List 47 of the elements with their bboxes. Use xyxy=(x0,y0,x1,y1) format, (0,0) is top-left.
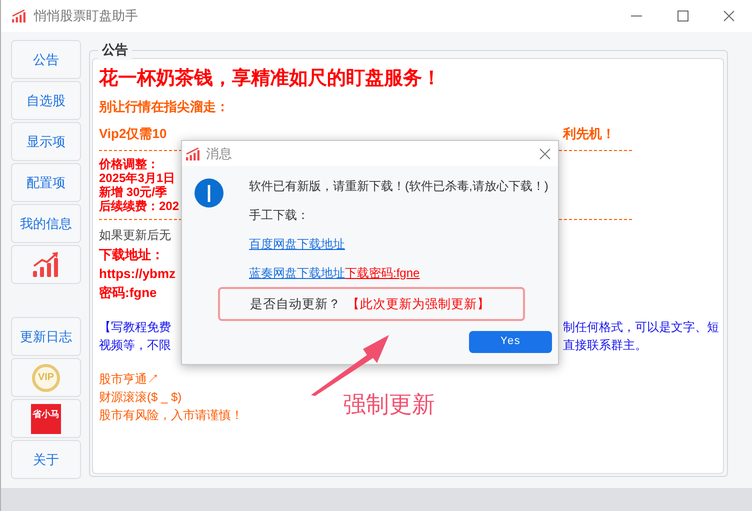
password-link[interactable]: 下载密码:fgne xyxy=(345,265,420,281)
close-icon[interactable] xyxy=(538,146,552,160)
manual-download-label: 手工下载： xyxy=(249,207,310,223)
brand-logo: 省小马 xyxy=(31,404,61,434)
window-title: 悄悄股票盯盘助手 xyxy=(34,7,138,26)
sidebar-item[interactable]: 配置项 xyxy=(11,163,81,202)
dialog-message: 软件已有新版，请重新下载！(软件已杀毒,请放心下载！) xyxy=(249,178,548,194)
dialog-title: 消息 xyxy=(206,144,232,163)
sidebar-item[interactable]: 公告 xyxy=(11,40,81,79)
headline: 花一杯奶茶钱，享精准如尺的盯盘服务！ xyxy=(99,66,441,91)
note-text: 【写教程免费 xyxy=(99,320,171,334)
promo-text: Vip2仅需10 xyxy=(99,126,167,141)
price-text: 后续续费：202 xyxy=(99,199,180,213)
download-link[interactable]: 百度网盘下载地址 xyxy=(249,236,345,252)
notice-text: 如果更新后无 xyxy=(99,227,171,244)
sidebar-item[interactable]: 关于 xyxy=(11,440,81,479)
app-icon xyxy=(11,9,27,23)
note-text: 制任何格式，可以是文字、短 xyxy=(563,319,719,336)
annotation-text: 强制更新 xyxy=(343,390,435,419)
bar-chart-icon xyxy=(32,252,60,278)
download-text: https://ybmz xyxy=(99,265,176,283)
sidebar-item[interactable]: 显示项 xyxy=(11,122,81,161)
subheading: 别让行情在指尖溜走： xyxy=(99,98,229,116)
note-text: 视频等，不限 xyxy=(99,338,171,352)
update-question: 是否自动更新？ xyxy=(250,296,341,313)
yes-button[interactable]: Yes xyxy=(469,331,552,353)
forced-update-note: 【此次更新为强制更新】 xyxy=(347,296,490,313)
note-text: 直接联系群主。 xyxy=(563,337,647,354)
price-text: 2025年3月1日 xyxy=(99,171,176,185)
dialog-icon xyxy=(185,146,201,160)
footer-text: 股市有风险，入市请谨慎！ xyxy=(99,407,243,424)
download-text: 下载地址： xyxy=(99,246,164,264)
sidebar-item[interactable]: 自选股 xyxy=(11,81,81,120)
group-title: 公告 xyxy=(98,40,132,60)
download-link[interactable]: 蓝奏网盘下载地址 xyxy=(249,265,345,281)
chart-button[interactable] xyxy=(11,245,81,284)
download-text: 密码:fgne xyxy=(99,284,157,302)
logo-button[interactable]: 省小马 xyxy=(11,399,81,438)
footer-text: 股市亨通↗ xyxy=(99,371,159,388)
vip-badge: VIP xyxy=(32,364,60,392)
sidebar-item[interactable]: 更新日志 xyxy=(11,317,81,356)
promo-text: 利先机！ xyxy=(563,125,615,143)
info-icon xyxy=(194,178,224,208)
price-text: 新增 30元/季 xyxy=(99,185,168,199)
price-text: 价格调整： xyxy=(99,157,159,171)
sidebar-item[interactable]: 我的信息 xyxy=(11,204,81,243)
footer-text: 财源滚滚($ _ $) xyxy=(99,389,182,406)
